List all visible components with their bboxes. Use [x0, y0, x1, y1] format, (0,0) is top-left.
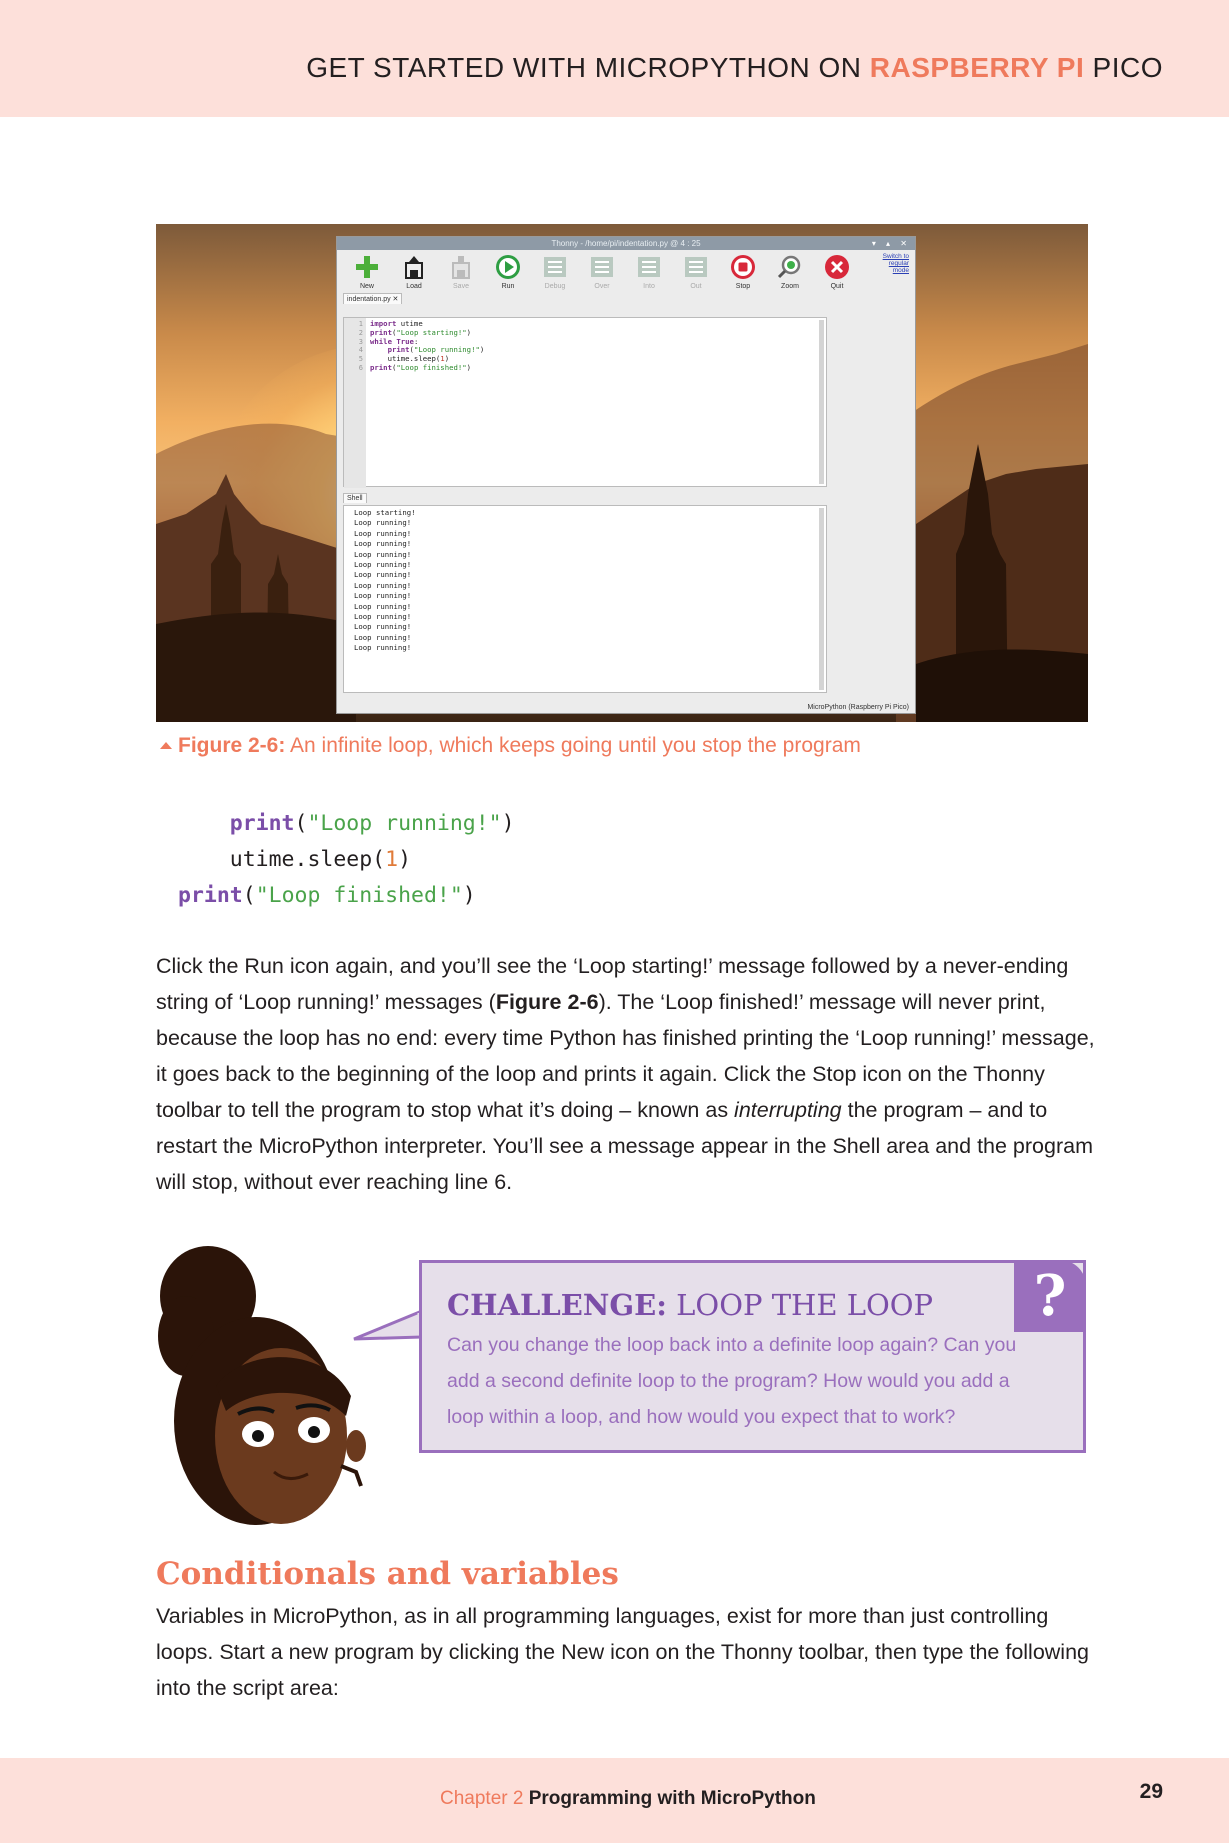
tab-shell[interactable]: Shell	[343, 493, 367, 503]
load-icon	[405, 256, 423, 279]
shell-line: Loop running!	[354, 528, 412, 538]
stop-button[interactable]: Stop	[723, 254, 763, 290]
step-over-button[interactable]: Over	[582, 254, 622, 290]
run-button[interactable]: Run	[488, 254, 528, 290]
shell-line: Loop running!	[354, 560, 412, 570]
footer-chapter: Chapter 2 Programming with MicroPython	[440, 1788, 816, 1809]
shell-line: Loop running!	[354, 580, 412, 590]
shell-line: Loop running!	[354, 622, 412, 632]
line-number: 3	[358, 337, 363, 346]
stop-icon	[731, 255, 755, 279]
zoom-icon	[777, 255, 801, 279]
step-out-icon	[685, 257, 707, 277]
save-button[interactable]: Save	[441, 254, 481, 290]
challenge-body: Can you change the loop back into a defi…	[447, 1334, 1017, 1428]
shell-scrollbar[interactable]	[819, 508, 824, 690]
code-area[interactable]: import utime print("Loop starting!") while…	[370, 319, 484, 373]
shell-line: Loop running!	[354, 570, 412, 580]
debug-icon	[544, 257, 566, 277]
zoom-button[interactable]: Zoom	[770, 254, 810, 290]
challenge-box: ? CHALLENGE: LOOP THE LOOP Can you chang…	[419, 1260, 1086, 1453]
line-number: 6	[358, 363, 363, 372]
debug-button[interactable]: Debug	[535, 254, 575, 290]
line-number: 2	[358, 328, 363, 337]
step-out-button[interactable]: Out	[676, 254, 716, 290]
listing-line-3: print("Loop finished!")	[178, 883, 476, 908]
figure-caption: Figure 2-6: An infinite loop, which keep…	[160, 734, 861, 758]
shell-line: Loop starting!	[354, 508, 416, 517]
shell-line: Loop running!	[354, 591, 412, 601]
step-into-icon	[638, 257, 660, 277]
step-over-icon	[591, 257, 613, 277]
shell-line: Loop running!	[354, 539, 412, 549]
interpreter-status[interactable]: MicroPython (Raspberry Pi Pico)	[807, 704, 909, 711]
shell-line: Loop running!	[354, 518, 412, 528]
shell-line: Loop running!	[354, 632, 412, 642]
question-mark-icon: ?	[1014, 1260, 1086, 1332]
code-listing: print("Loop running!") utime.sleep(1) pri…	[178, 806, 515, 914]
line-number: 1	[358, 320, 363, 328]
figure-screenshot: Thonny - /home/pi/indentation.py @ 4 : 2…	[156, 224, 1088, 722]
running-header: GET STARTED WITH MICROPYTHON ON RASPBERR…	[306, 52, 1163, 83]
shell-line: Loop running!	[354, 549, 412, 559]
tab-indentation-py[interactable]: indentation.py ✕	[343, 293, 403, 304]
thonny-toolbar: New Load Save Run Debug Over Into Out St…	[337, 250, 915, 292]
window-controls[interactable]: ▾ ▴ ✕	[872, 237, 911, 250]
section-paragraph: Variables in MicroPython, as in all prog…	[156, 1604, 1090, 1700]
new-icon	[356, 256, 378, 278]
shell-panel[interactable]: Loop starting! Loop running! Loop running!…	[343, 505, 827, 693]
challenge-title: CHALLENGE: LOOP THE LOOP	[447, 1288, 934, 1322]
body-paragraph: Click the Run icon again, and you’ll see…	[156, 954, 1095, 1194]
code-line: print("Loop finished!")	[370, 362, 472, 372]
script-editor[interactable]: 123456 import utime print("Loop starting!…	[343, 317, 827, 488]
speech-pointer	[353, 1309, 423, 1341]
line-number: 5	[358, 355, 363, 364]
step-into-button[interactable]: Into	[629, 254, 669, 290]
editor-tabs: indentation.py ✕	[337, 292, 915, 305]
save-icon	[452, 256, 470, 279]
shell-line: Loop running!	[354, 601, 412, 611]
switch-mode-link[interactable]: Switch to regular mode	[875, 253, 909, 274]
character-illustration	[158, 1246, 366, 1525]
load-button[interactable]: Load	[394, 254, 434, 290]
window-title: Thonny - /home/pi/indentation.py @ 4 : 2…	[337, 237, 915, 250]
run-icon	[496, 255, 520, 279]
shell-line: Loop running!	[354, 612, 412, 622]
caption-arrow-icon	[160, 742, 172, 749]
listing-line-2: utime.sleep(1)	[229, 847, 412, 872]
editor-scrollbar[interactable]	[819, 320, 824, 484]
section-heading: Conditionals and variables	[156, 1556, 619, 1592]
shell-output: Loop starting! Loop running! Loop running!…	[354, 508, 416, 654]
new-button[interactable]: New	[347, 254, 387, 290]
shell-line: Loop running!	[354, 643, 412, 653]
quit-button[interactable]: Quit	[817, 254, 857, 290]
quit-icon	[825, 255, 849, 279]
listing-line-1: print("Loop running!")	[229, 811, 515, 836]
page-header: GET STARTED WITH MICROPYTHON ON RASPBERR…	[0, 0, 1229, 117]
line-number: 4	[358, 346, 363, 355]
thonny-window: Thonny - /home/pi/indentation.py @ 4 : 2…	[336, 236, 916, 714]
page-number: 29	[1139, 1780, 1163, 1803]
line-numbers: 123456	[344, 318, 366, 488]
